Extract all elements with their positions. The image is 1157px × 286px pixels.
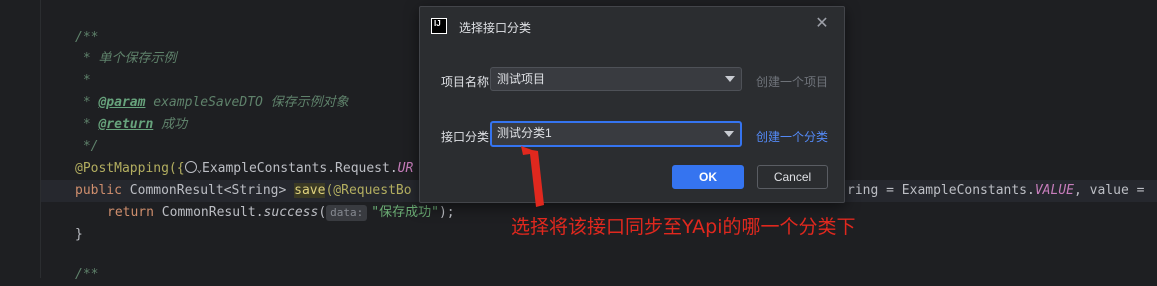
- red-arrow-icon: [521, 146, 544, 207]
- annotation-text: 选择将该接口同步至YApi的哪一个分类下: [511, 216, 856, 238]
